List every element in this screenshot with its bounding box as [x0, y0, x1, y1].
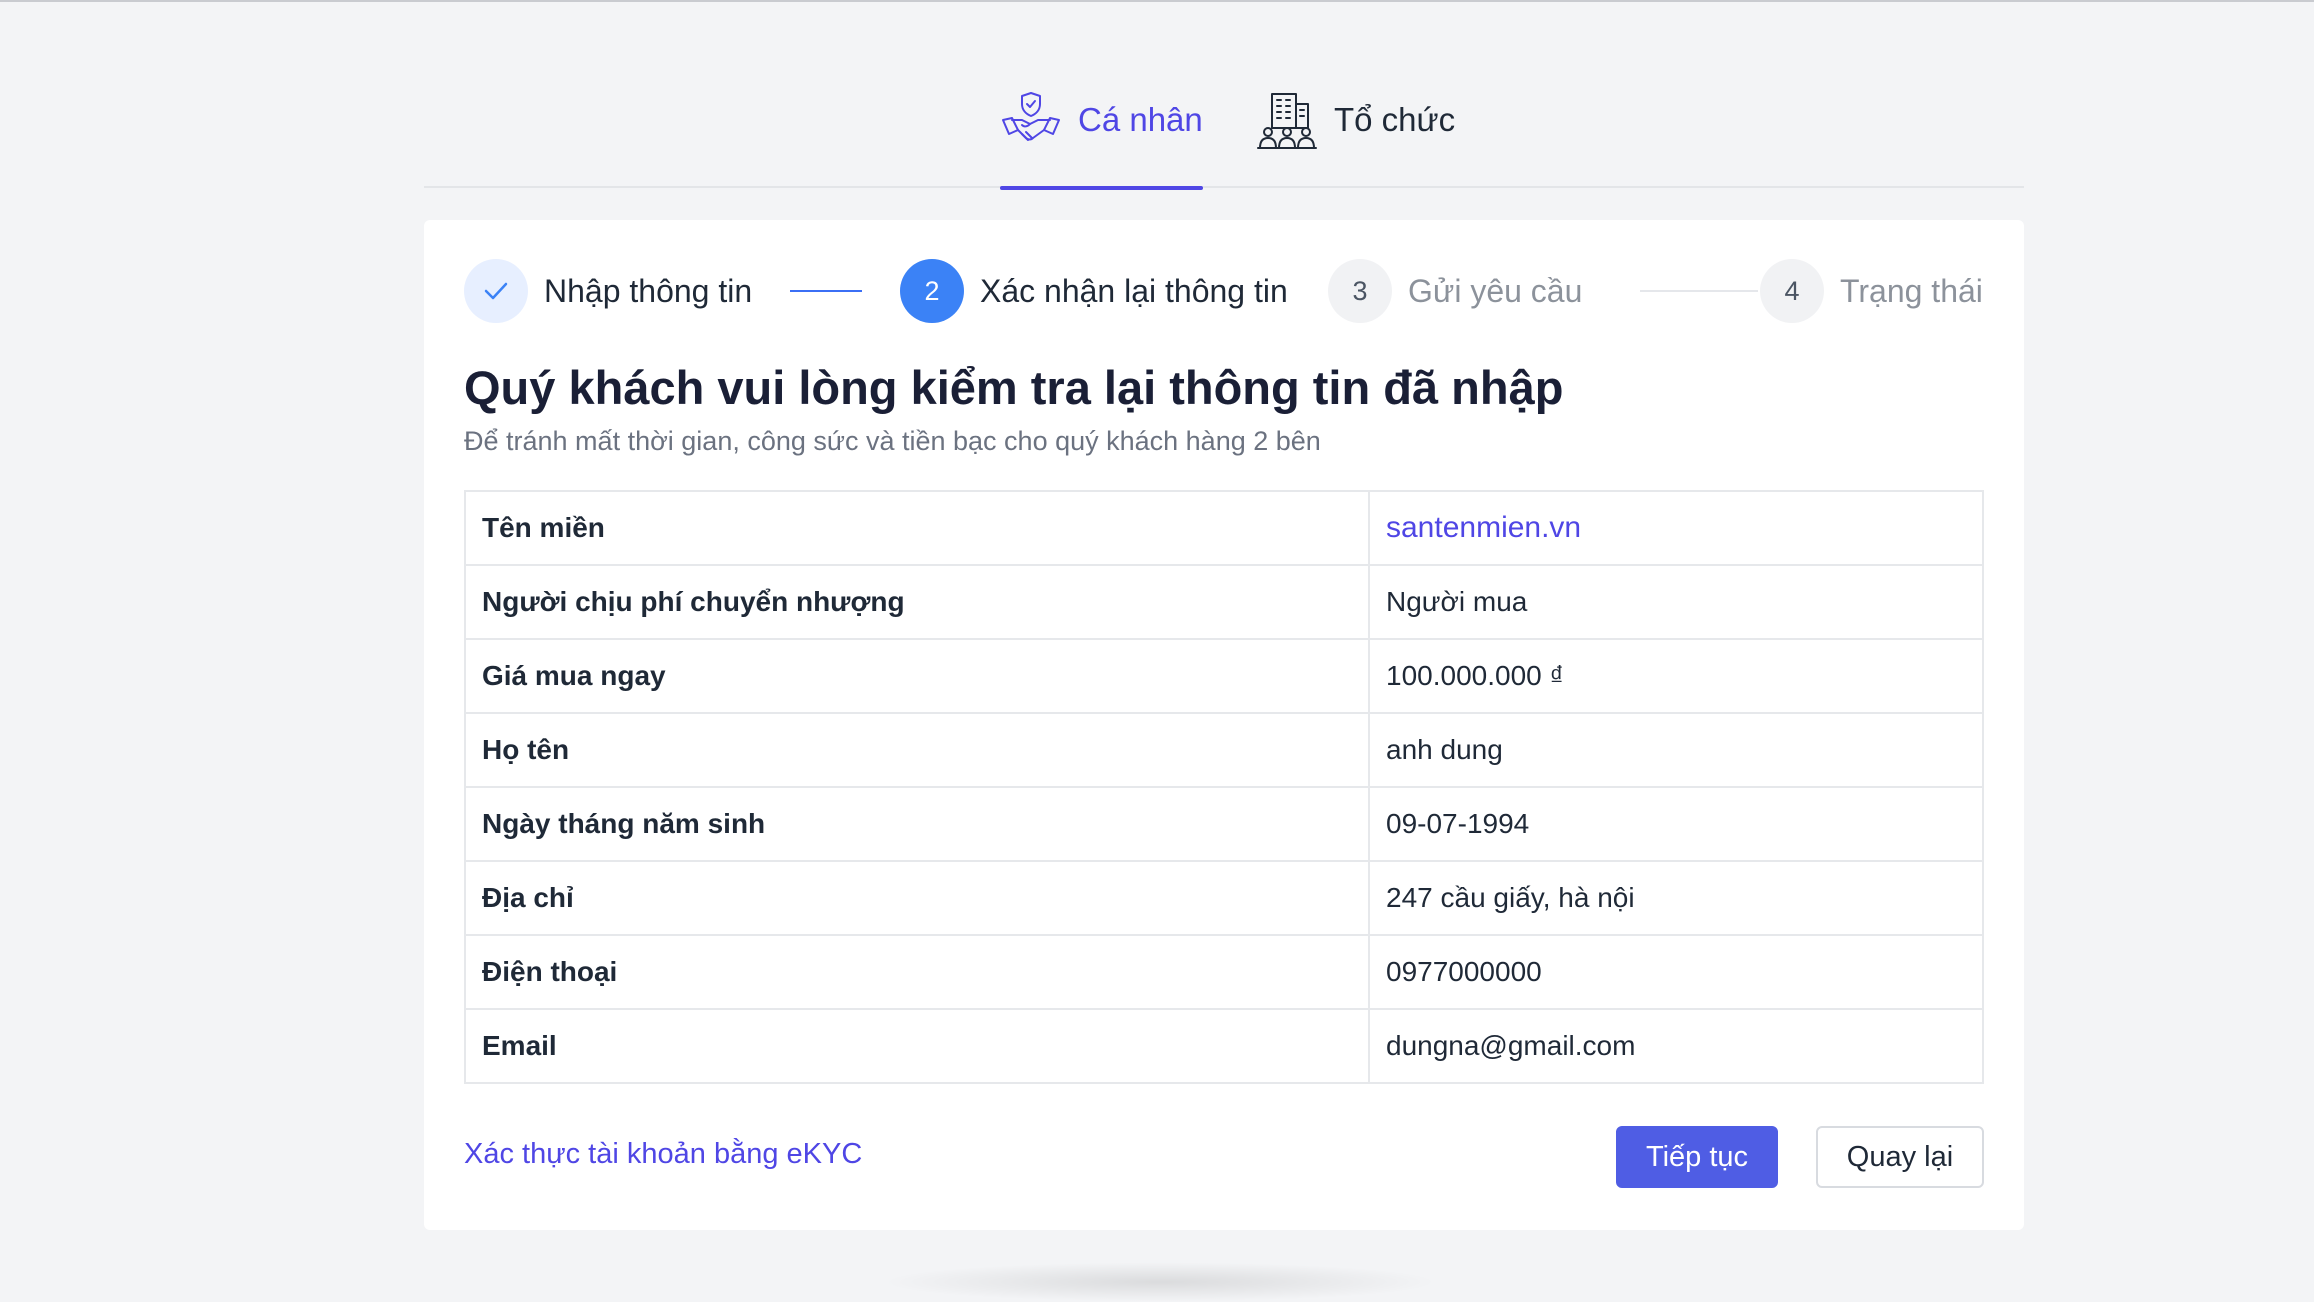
- ekyc-verify-link[interactable]: Xác thực tài khoản bằng eKYC: [464, 1138, 862, 1171]
- row-value: dungna@gmail.com: [1368, 1008, 1984, 1084]
- step-send-request: 3 Gửi yêu cầu: [1328, 258, 1582, 324]
- domain-link[interactable]: santenmien.vn: [1368, 490, 1984, 566]
- row-value: 247 cầu giấy, hà nội: [1368, 860, 1984, 936]
- info-table: Tên miền santenmien.vn Người chịu phí ch…: [464, 490, 1984, 1084]
- row-label: Ngày tháng năm sinh: [464, 786, 1370, 862]
- row-value: 0977000000: [1368, 934, 1984, 1010]
- row-label: Giá mua ngay: [464, 638, 1370, 714]
- step-label: Xác nhận lại thông tin: [980, 272, 1288, 309]
- row-label: Địa chỉ: [464, 860, 1370, 936]
- tab-organization[interactable]: Tổ chức: [1256, 90, 1455, 188]
- continue-button[interactable]: Tiếp tục: [1616, 1126, 1778, 1188]
- table-row: Giá mua ngay 100.000.000 ₫: [464, 638, 1984, 714]
- step-number-circle: 3: [1328, 259, 1392, 323]
- table-row: Ngày tháng năm sinh 09-07-1994: [464, 786, 1984, 862]
- step-number-circle: 4: [1760, 259, 1824, 323]
- table-row: Điện thoại 0977000000: [464, 934, 1984, 1010]
- table-row: Người chịu phí chuyển nhượng Người mua: [464, 564, 1984, 640]
- back-button[interactable]: Quay lại: [1816, 1126, 1984, 1188]
- tab-personal[interactable]: Cá nhân: [1000, 90, 1203, 190]
- row-label: Người chịu phí chuyển nhượng: [464, 564, 1370, 640]
- row-label: Email: [464, 1008, 1370, 1084]
- check-icon: [484, 282, 508, 300]
- row-label: Điện thoại: [464, 934, 1370, 1010]
- page-subtitle: Để tránh mất thời gian, công sức và tiền…: [464, 426, 1321, 456]
- row-value: anh dung: [1368, 712, 1984, 788]
- handshake-shield-icon: [1002, 92, 1060, 141]
- card-shadow: [880, 1262, 1440, 1302]
- customer-type-tabs: Cá nhân Tổ chức: [424, 78, 2024, 190]
- step-connector: [790, 290, 862, 292]
- table-row: Họ tên anh dung: [464, 712, 1984, 788]
- step-confirm-info: 2 Xác nhận lại thông tin: [900, 258, 1288, 324]
- tab-organization-label: Tổ chức: [1334, 101, 1456, 138]
- tab-personal-label: Cá nhân: [1078, 101, 1203, 138]
- row-value: 09-07-1994: [1368, 786, 1984, 862]
- progress-steps: Nhập thông tin 2 Xác nhận lại thông tin …: [464, 258, 1984, 324]
- step-label: Trạng thái: [1840, 272, 1983, 309]
- step-status: 4 Trạng thái: [1760, 258, 1983, 324]
- step-label: Gửi yêu cầu: [1408, 272, 1583, 309]
- confirmation-card: Nhập thông tin 2 Xác nhận lại thông tin …: [424, 220, 2024, 1230]
- step-connector: [1640, 290, 1758, 292]
- step-label: Nhập thông tin: [544, 272, 753, 309]
- step-enter-info[interactable]: Nhập thông tin: [464, 258, 752, 324]
- step-number-circle: 2: [900, 259, 964, 323]
- row-label: Tên miền: [464, 490, 1370, 566]
- table-row: Email dungna@gmail.com: [464, 1008, 1984, 1084]
- row-value: Người mua: [1368, 564, 1984, 640]
- row-value: 100.000.000 ₫: [1368, 638, 1984, 714]
- window-top-border: [0, 0, 2314, 2]
- table-row: Địa chỉ 247 cầu giấy, hà nội: [464, 860, 1984, 936]
- step-done-circle: [464, 259, 528, 323]
- row-label: Họ tên: [464, 712, 1370, 788]
- building-people-icon: [1257, 93, 1317, 149]
- table-row: Tên miền santenmien.vn: [464, 490, 1984, 566]
- page-title: Quý khách vui lòng kiểm tra lại thông ti…: [464, 361, 1564, 414]
